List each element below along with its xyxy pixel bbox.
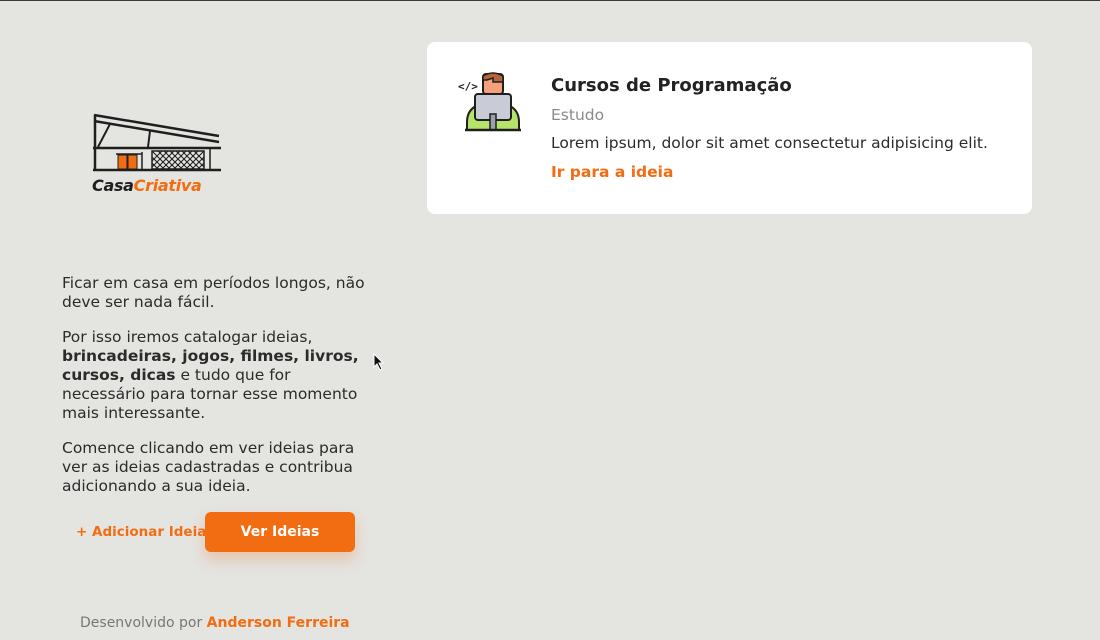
view-ideas-button[interactable]: Ver Ideias <box>205 512 355 552</box>
idea-category: Estudo <box>551 106 605 124</box>
house-logo-icon <box>93 113 221 172</box>
programmer-icon: </> <box>457 72 521 136</box>
footer-prefix: Desenvolvido por <box>80 615 203 631</box>
svg-text:</>: </> <box>458 80 478 93</box>
intro-paragraph-3: Comence clicando em ver ideias para ver … <box>62 439 355 495</box>
action-buttons: + Adicionar Ideia Ver Ideias <box>62 512 367 552</box>
intro-paragraph-2: Por isso iremos catalogar ideias, brinca… <box>62 328 367 423</box>
logo-word-casa: Casa <box>92 176 134 195</box>
casa-criativa-logo: CasaCriativa <box>92 112 224 198</box>
add-idea-button[interactable]: + Adicionar Ideia <box>76 524 206 540</box>
logo-wordmark: CasaCriativa <box>92 176 202 195</box>
idea-card-body: Cursos de Programação Estudo Lorem ipsum… <box>551 75 1021 182</box>
idea-description: Lorem ipsum, dolor sit amet consectetur … <box>551 134 988 152</box>
idea-title: Cursos de Programação <box>551 75 792 96</box>
intro-p2-start: Por isso iremos catalogar ideias, <box>62 328 313 346</box>
intro-text: Ficar em casa em períodos longos, não de… <box>62 274 367 512</box>
go-to-idea-link[interactable]: Ir para a ideia <box>551 162 673 182</box>
footer-credit: Desenvolvido por Anderson Ferreira <box>80 615 350 631</box>
idea-card: </> Cursos de Programação Estudo Lorem i… <box>427 42 1032 214</box>
logo-word-criativa: Criativa <box>133 176 202 195</box>
intro-paragraph-1: Ficar em casa em períodos longos, não de… <box>62 274 365 311</box>
author-link[interactable]: Anderson Ferreira <box>207 615 350 631</box>
mouse-cursor-icon <box>373 353 385 371</box>
